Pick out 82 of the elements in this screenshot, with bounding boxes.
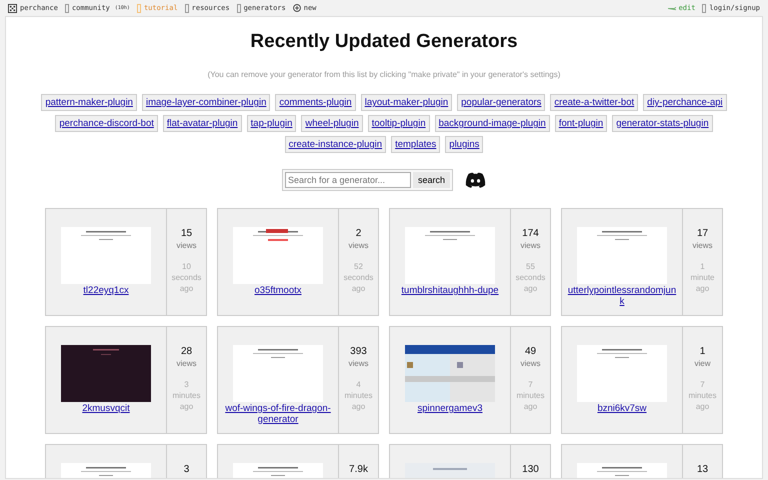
generator-link[interactable]: 2kmusvqcit bbox=[50, 404, 162, 415]
time-unit: minutes bbox=[172, 390, 200, 401]
time-number: 1 bbox=[700, 261, 705, 272]
time-number: 55 bbox=[526, 261, 535, 272]
view-count: 2 bbox=[356, 228, 362, 239]
views-label: views bbox=[176, 359, 196, 368]
box-icon bbox=[702, 4, 706, 12]
ago-label: ago bbox=[524, 401, 538, 412]
dice-icon bbox=[8, 4, 17, 12]
tag-link[interactable]: tooltip-plugin bbox=[368, 115, 430, 132]
time-unit: minute bbox=[690, 272, 714, 283]
tag-link[interactable]: flat-avatar-plugin bbox=[162, 115, 242, 132]
time-number: 7 bbox=[700, 379, 705, 390]
box-icon bbox=[64, 4, 69, 12]
tag-link[interactable]: background-image-plugin bbox=[434, 115, 550, 132]
view-count: 174 bbox=[522, 228, 539, 239]
box-icon bbox=[136, 4, 141, 12]
tag-link[interactable]: generator-stats-plugin bbox=[612, 115, 713, 132]
views-label: views bbox=[348, 359, 368, 368]
search-button[interactable]: search bbox=[412, 172, 450, 188]
tag-link[interactable]: perchance-discord-bot bbox=[55, 115, 158, 132]
search-field[interactable]: Search for a generator... bbox=[284, 172, 411, 188]
tag-link[interactable]: templates bbox=[391, 136, 440, 153]
views-label: views bbox=[520, 241, 540, 250]
page-title: Recently Updated Generators bbox=[250, 31, 518, 53]
ago-label: ago bbox=[180, 401, 194, 412]
tag-link[interactable]: tap-plugin bbox=[246, 115, 296, 132]
generator-link[interactable]: wof-wings-of-fire-dragon-generator bbox=[222, 404, 334, 426]
view-count: 1 bbox=[700, 346, 706, 357]
time-unit: seconds bbox=[344, 272, 374, 283]
tag-link[interactable]: popular-generators bbox=[457, 94, 546, 111]
tag-link[interactable]: wheel-plugin bbox=[301, 115, 363, 132]
ago-label: ago bbox=[180, 283, 194, 294]
view-count: 28 bbox=[180, 346, 192, 357]
tag-link[interactable]: layout-maker-plugin bbox=[360, 94, 452, 111]
views-label: views bbox=[176, 241, 196, 250]
tag-link[interactable]: comments-plugin bbox=[275, 94, 356, 111]
tag-link[interactable]: create-a-twitter-bot bbox=[550, 94, 638, 111]
views-label: views bbox=[520, 359, 540, 368]
generator-link[interactable]: spinnergamev3 bbox=[394, 404, 506, 415]
ago-label: ago bbox=[352, 401, 366, 412]
ago-label: ago bbox=[352, 283, 366, 294]
time-unit: minutes bbox=[688, 390, 716, 401]
info-text: (You can remove your generator from this list by clicking "make private" in your generator's settings) bbox=[208, 70, 560, 79]
time-unit: seconds bbox=[516, 272, 546, 283]
tag-link[interactable]: plugins bbox=[445, 136, 484, 153]
views-label: views bbox=[692, 241, 712, 250]
tag-link[interactable]: image-layer-combiner-plugin bbox=[142, 94, 270, 111]
view-count: 393 bbox=[350, 346, 367, 357]
time-number: 52 bbox=[354, 261, 363, 272]
ago-label: ago bbox=[524, 283, 538, 294]
view-count: 3 bbox=[184, 464, 190, 475]
time-number: 3 bbox=[184, 379, 189, 390]
time-number: 7 bbox=[528, 379, 533, 390]
view-count: 49 bbox=[524, 346, 536, 357]
box-icon bbox=[236, 4, 241, 12]
tag-link[interactable]: pattern-maker-plugin bbox=[41, 94, 137, 111]
tag-link[interactable]: create-instance-plugin bbox=[284, 136, 386, 153]
tag-link[interactable]: font-plugin bbox=[554, 115, 608, 132]
plus-circle-icon bbox=[292, 4, 301, 12]
box-icon bbox=[184, 4, 189, 12]
time-unit: minutes bbox=[516, 390, 544, 401]
view-count: 17 bbox=[696, 228, 708, 239]
generator-link[interactable]: tl22eyq1cx bbox=[50, 286, 162, 297]
time-number: 10 bbox=[182, 261, 191, 272]
generator-link[interactable]: o35ftmootx bbox=[222, 286, 334, 297]
view-count: 15 bbox=[180, 228, 192, 239]
tag-link[interactable]: diy-perchance-api bbox=[643, 94, 727, 111]
generator-link[interactable]: tumblrshitaughhh-dupe bbox=[394, 286, 506, 297]
ago-label: ago bbox=[696, 283, 710, 294]
time-unit: minutes bbox=[344, 390, 372, 401]
generator-link[interactable]: bzni6kv7sw bbox=[566, 404, 678, 415]
view-count: 7.9k bbox=[349, 464, 368, 475]
time-unit: seconds bbox=[172, 272, 202, 283]
discord-icon[interactable] bbox=[465, 172, 486, 188]
views-label: view bbox=[694, 359, 710, 368]
views-label: views bbox=[348, 241, 368, 250]
time-number: 4 bbox=[356, 379, 361, 390]
view-count: 130 bbox=[522, 464, 539, 475]
view-count: 13 bbox=[696, 464, 708, 475]
ago-label: ago bbox=[696, 401, 710, 412]
generator-link[interactable]: utterlypointlessrandomjunk bbox=[566, 286, 678, 308]
